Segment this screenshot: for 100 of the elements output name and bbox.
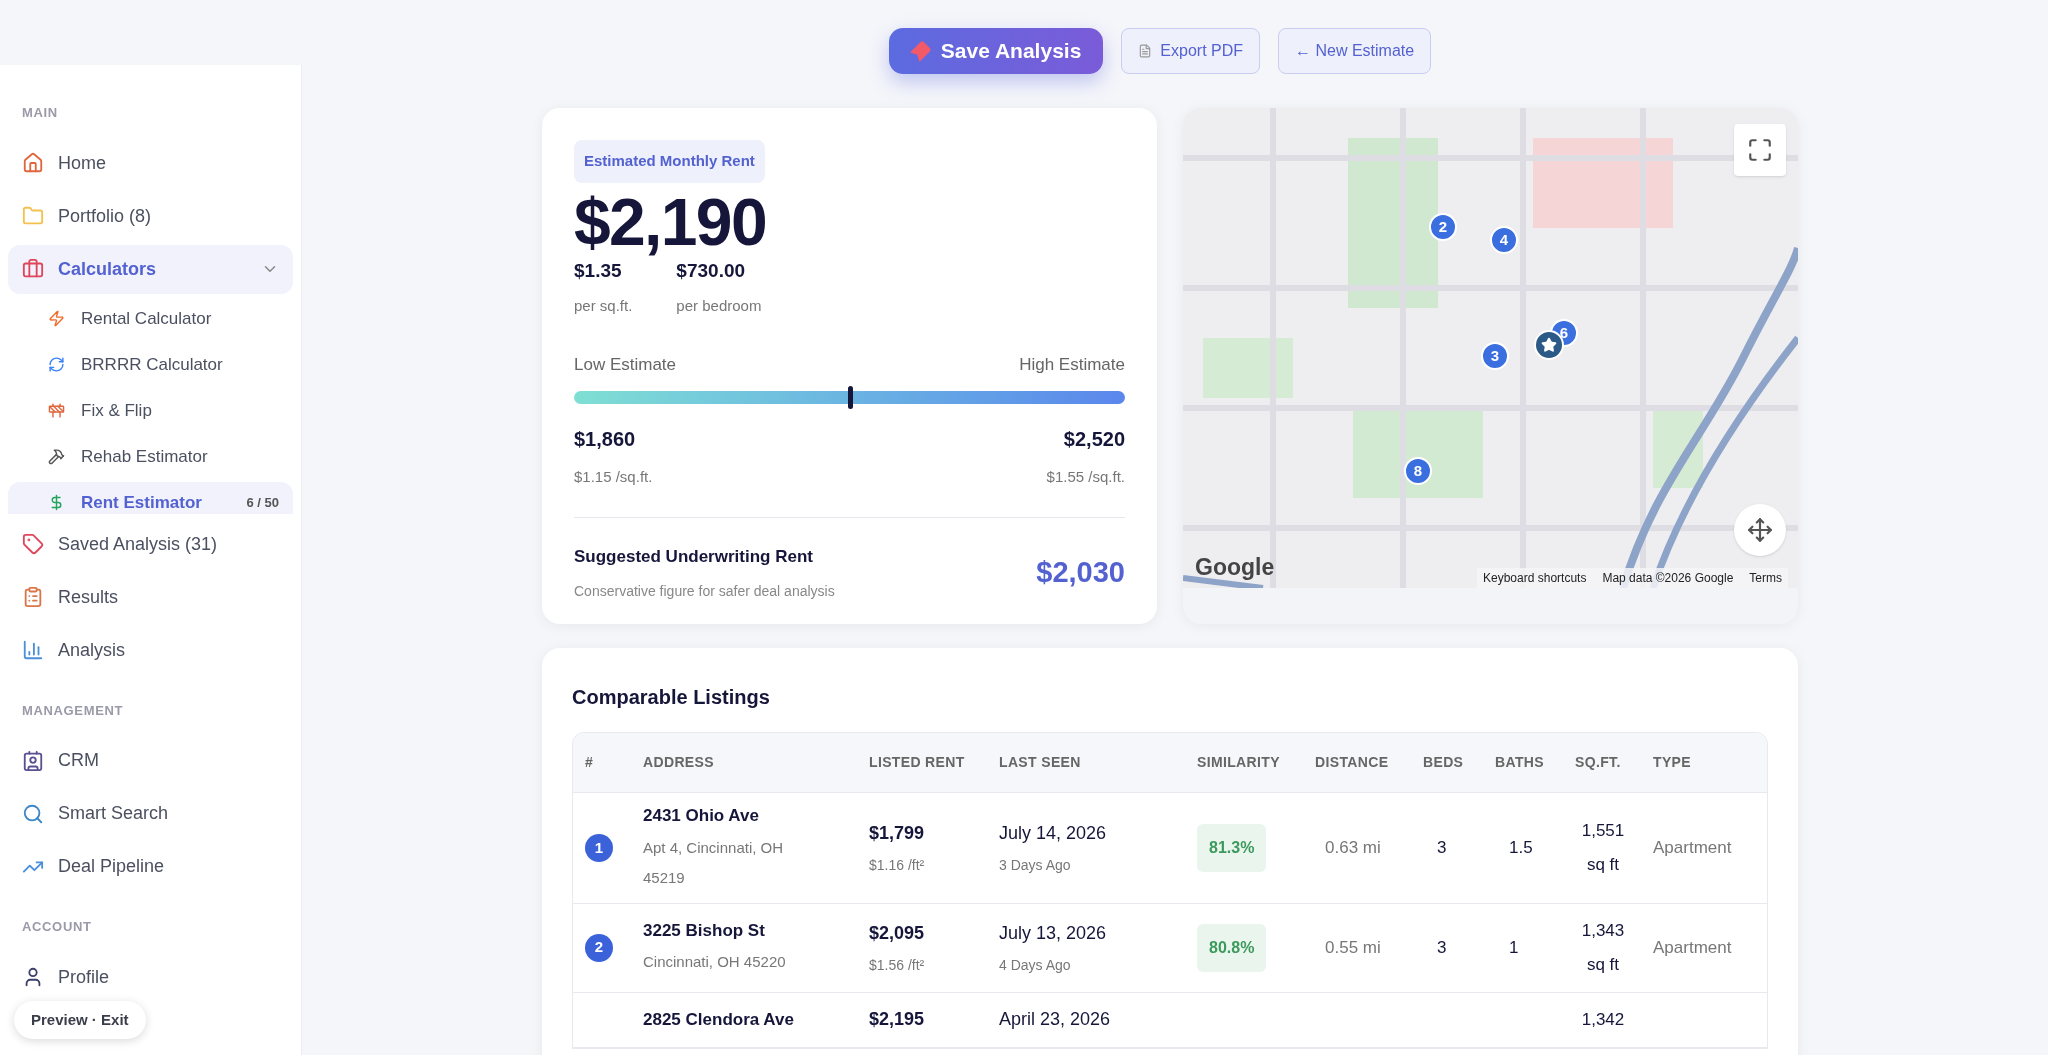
- column-header: ADDRESS: [643, 753, 714, 772]
- rent-amount: $2,190: [574, 188, 766, 255]
- beds-count: 3: [1437, 937, 1447, 957]
- section-label: MAIN: [21, 104, 59, 122]
- submenu-item[interactable]: BRRRR Calculator: [8, 343, 293, 386]
- last-seen-date: July 14, 2026: [999, 821, 1108, 845]
- save-analysis-button[interactable]: Save Analysis: [888, 28, 1104, 74]
- suggested-rent-value: $2,030: [1036, 555, 1125, 590]
- square-footage: 1,551 sq ft: [1580, 819, 1626, 876]
- high-estimate-rate: $1.55 /sq.ft.: [1046, 467, 1125, 487]
- low-estimate-rate: $1.15 /sq.ft.: [574, 467, 653, 487]
- column-header: DISTANCE: [1315, 753, 1389, 772]
- column-header: BEDS: [1423, 753, 1464, 772]
- toolbar-button[interactable]: ← New Estimate: [1278, 28, 1432, 74]
- column-header: LISTED RENT: [869, 753, 965, 772]
- fullscreen-button[interactable]: [1734, 124, 1786, 176]
- square-footage: 1,343 sq ft: [1580, 919, 1626, 976]
- row-number-badge: 2: [585, 933, 613, 962]
- menu-icon: [22, 749, 44, 772]
- listing-city: Apt 4, Cincinnati, OH 45219: [643, 837, 785, 888]
- menu-icon: [48, 356, 65, 373]
- menu-icon: [22, 802, 44, 825]
- last-seen-date: April 23, 2026: [999, 1008, 1112, 1031]
- column-header: BATHS: [1495, 753, 1544, 772]
- menu-icon: [48, 310, 65, 327]
- section-label: ACCOUNT: [21, 918, 93, 936]
- fullscreen-icon: [1747, 137, 1773, 163]
- suggested-rent-title: Suggested Underwriting Rent: [574, 545, 814, 568]
- square-footage: 1,342: [1580, 1008, 1626, 1031]
- distance: 0.63 mi: [1325, 838, 1381, 857]
- low-estimate-label: Low Estimate: [574, 353, 677, 376]
- estimate-label: Estimated Monthly Rent: [574, 140, 765, 183]
- map-attribution-link[interactable]: Keyboard shortcuts: [1483, 569, 1587, 587]
- map-attribution-link[interactable]: Map data ©2026 Google: [1602, 569, 1734, 587]
- sidebar-item[interactable]: Deal Pipeline: [8, 842, 293, 891]
- column-header: SIMILARITY: [1197, 753, 1280, 772]
- baths-count: 1: [1509, 937, 1519, 957]
- usage-count: 6 / 50: [246, 493, 279, 512]
- column-header: SQ.FT.: [1575, 753, 1621, 772]
- metric-label: per bedroom: [676, 296, 762, 316]
- high-estimate-value: $2,520: [1063, 427, 1125, 452]
- property-type: Apartment: [1653, 937, 1732, 957]
- menu-icon: [22, 586, 44, 608]
- menu-icon: [22, 639, 44, 661]
- section-label: MANAGEMENT: [21, 701, 125, 720]
- listing-address: 2825 Clendora Ave: [643, 1008, 795, 1031]
- rent-per-sqft: $1.16 /ft²: [869, 855, 926, 875]
- menu-icon: [48, 448, 65, 465]
- map-attribution-link[interactable]: Terms: [1749, 569, 1782, 587]
- sidebar-item[interactable]: Calculators: [8, 244, 293, 294]
- last-seen-ago: 3 Days Ago: [999, 855, 1072, 875]
- menu-icon: [22, 258, 44, 280]
- sidebar-item[interactable]: Home: [8, 138, 293, 188]
- column-header: #: [584, 753, 594, 772]
- row-number-badge: 1: [585, 833, 613, 862]
- menu-icon: [22, 205, 44, 227]
- distance: 0.55 mi: [1325, 937, 1381, 957]
- listed-rent: $2,095: [869, 921, 926, 945]
- toolbar-button[interactable]: Export PDF: [1121, 28, 1260, 74]
- submenu-item[interactable]: Fix & Flip: [8, 389, 293, 432]
- sidebar-item[interactable]: Results: [8, 572, 293, 622]
- menu-icon: [48, 402, 65, 419]
- suggested-rent-note: Conservative figure for safer deal analysis: [574, 582, 835, 601]
- sidebar-item[interactable]: Analysis: [8, 625, 293, 675]
- move-arrows-icon: [1747, 517, 1773, 543]
- listing-address: 2431 Ohio Ave: [643, 805, 760, 827]
- last-seen-ago: 4 Days Ago: [999, 955, 1072, 975]
- metric-value: $730.00: [676, 258, 747, 283]
- document-icon: [1138, 44, 1153, 58]
- menu-icon: [22, 533, 44, 555]
- column-header: LAST SEEN: [999, 753, 1081, 772]
- submenu-item[interactable]: Rehab Estimator: [8, 435, 293, 478]
- high-estimate-label: High Estimate: [1019, 353, 1125, 376]
- submenu-item[interactable]: Rental Calculator: [8, 297, 293, 340]
- sidebar-item[interactable]: Profile: [8, 952, 293, 1002]
- star-icon: [1541, 337, 1557, 353]
- listing-address: 3225 Bishop St: [643, 919, 766, 942]
- similarity-badge: 81.3%: [1197, 823, 1267, 872]
- listing-city: Cincinnati, OH 45220: [643, 952, 787, 973]
- property-type: Apartment: [1653, 838, 1732, 857]
- metric-value: $1.35: [574, 258, 623, 283]
- submenu-item[interactable]: Rent Estimator 6 / 50: [8, 481, 293, 514]
- beds-count: 3: [1437, 838, 1447, 857]
- section-title: Comparable Listings: [572, 685, 771, 710]
- preview-exit-pill[interactable]: Preview · Exit: [14, 1001, 146, 1039]
- menu-icon: [22, 152, 44, 174]
- last-seen-date: July 13, 2026: [999, 921, 1108, 945]
- sidebar-item[interactable]: Portfolio (8): [8, 191, 293, 241]
- sidebar-item[interactable]: Smart Search: [8, 789, 293, 838]
- baths-count: 1.5: [1509, 838, 1533, 857]
- low-estimate-value: $1,860: [574, 427, 636, 452]
- map-logo: Google: [1195, 552, 1275, 582]
- sidebar-item[interactable]: CRM: [8, 736, 293, 785]
- listed-rent: $1,799: [869, 821, 926, 845]
- rent-per-sqft: $1.56 /ft²: [869, 955, 926, 975]
- metric-label: per sq.ft.: [574, 296, 633, 316]
- similarity-badge: 80.8%: [1197, 923, 1267, 972]
- sidebar-item[interactable]: Saved Analysis (31): [8, 519, 293, 569]
- listed-rent: $2,195: [869, 1008, 926, 1031]
- column-header: TYPE: [1653, 753, 1691, 772]
